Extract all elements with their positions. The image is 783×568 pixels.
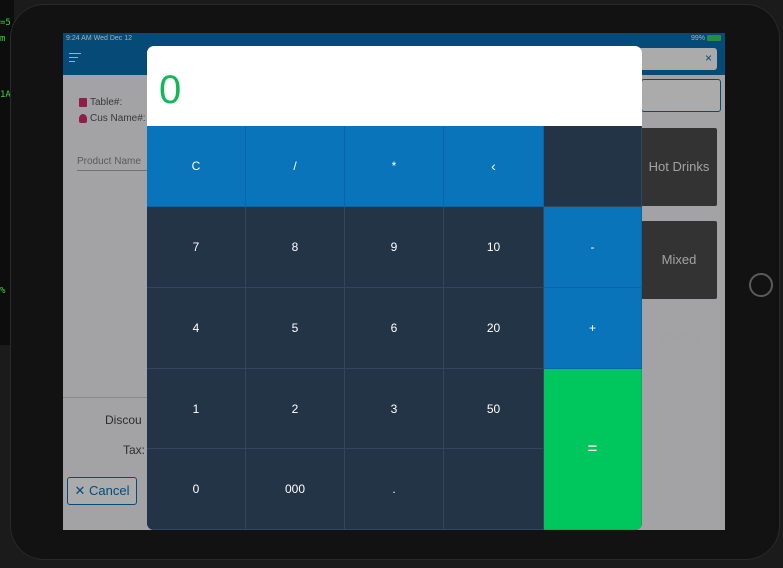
key-empty xyxy=(444,449,544,530)
key-8[interactable]: 8 xyxy=(246,207,345,288)
key-20[interactable]: 20 xyxy=(444,288,544,369)
terminal-line: % xyxy=(0,286,6,296)
calculator-modal: 0 C / * ‹ 7 8 9 10 - 4 5 6 20 + 1 2 3 50… xyxy=(147,46,642,530)
key-4[interactable]: 4 xyxy=(147,288,246,369)
terminal-line: m xyxy=(0,34,6,44)
key-equals[interactable]: = xyxy=(544,369,642,530)
key-10[interactable]: 10 xyxy=(444,207,544,288)
app-screen: 9:24 AM Wed Dec 12 99% × Table#: Cus Nam… xyxy=(63,33,725,530)
key-1[interactable]: 1 xyxy=(147,369,246,449)
key-5[interactable]: 5 xyxy=(246,288,345,369)
key-divide[interactable]: / xyxy=(246,126,345,207)
key-50[interactable]: 50 xyxy=(444,369,544,449)
key-plus[interactable]: + xyxy=(544,288,642,369)
key-2[interactable]: 2 xyxy=(246,369,345,449)
key-multiply[interactable]: * xyxy=(345,126,444,207)
key-minus[interactable]: - xyxy=(544,207,642,288)
key-000[interactable]: 000 xyxy=(246,449,345,530)
key-7[interactable]: 7 xyxy=(147,207,246,288)
key-6[interactable]: 6 xyxy=(345,288,444,369)
terminal-line: =5 xyxy=(0,18,11,28)
key-decimal[interactable]: . xyxy=(345,449,444,530)
home-button[interactable] xyxy=(749,273,773,297)
display-value: 0 xyxy=(159,68,182,112)
key-clear[interactable]: C xyxy=(147,126,246,207)
calculator-display: 0 xyxy=(147,46,642,126)
key-0[interactable]: 0 xyxy=(147,449,246,530)
key-backspace[interactable]: ‹ xyxy=(444,126,544,207)
key-9[interactable]: 9 xyxy=(345,207,444,288)
key-empty xyxy=(544,126,642,207)
key-3[interactable]: 3 xyxy=(345,369,444,449)
